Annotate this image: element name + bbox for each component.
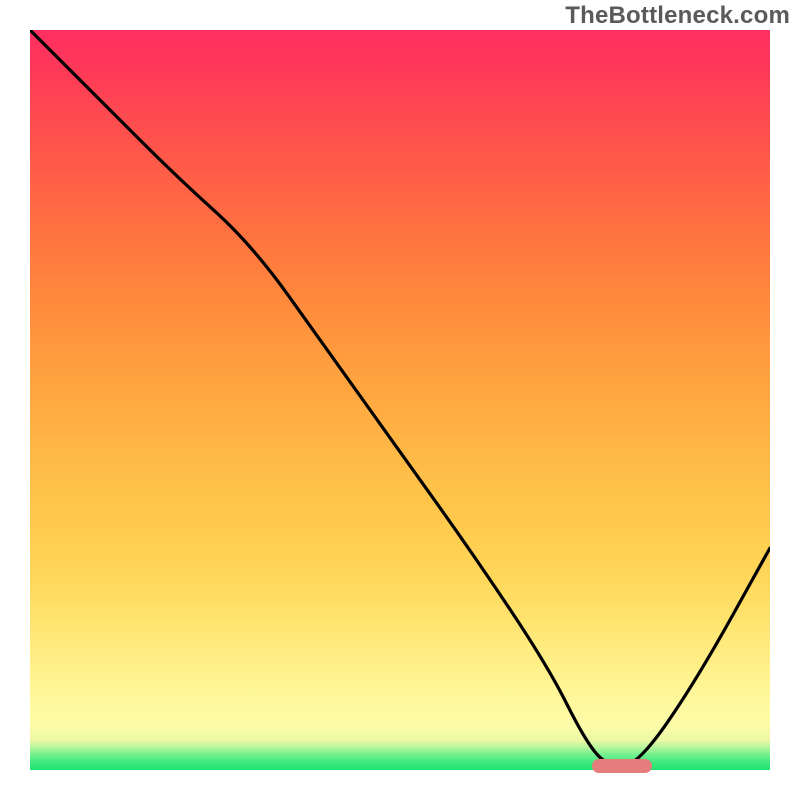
chart-container: TheBottleneck.com [0,0,800,800]
chart-line-series [30,30,770,766]
watermark-text: TheBottleneck.com [565,2,790,30]
chart-marker-pill [592,759,651,773]
chart-curve-layer [30,30,770,770]
